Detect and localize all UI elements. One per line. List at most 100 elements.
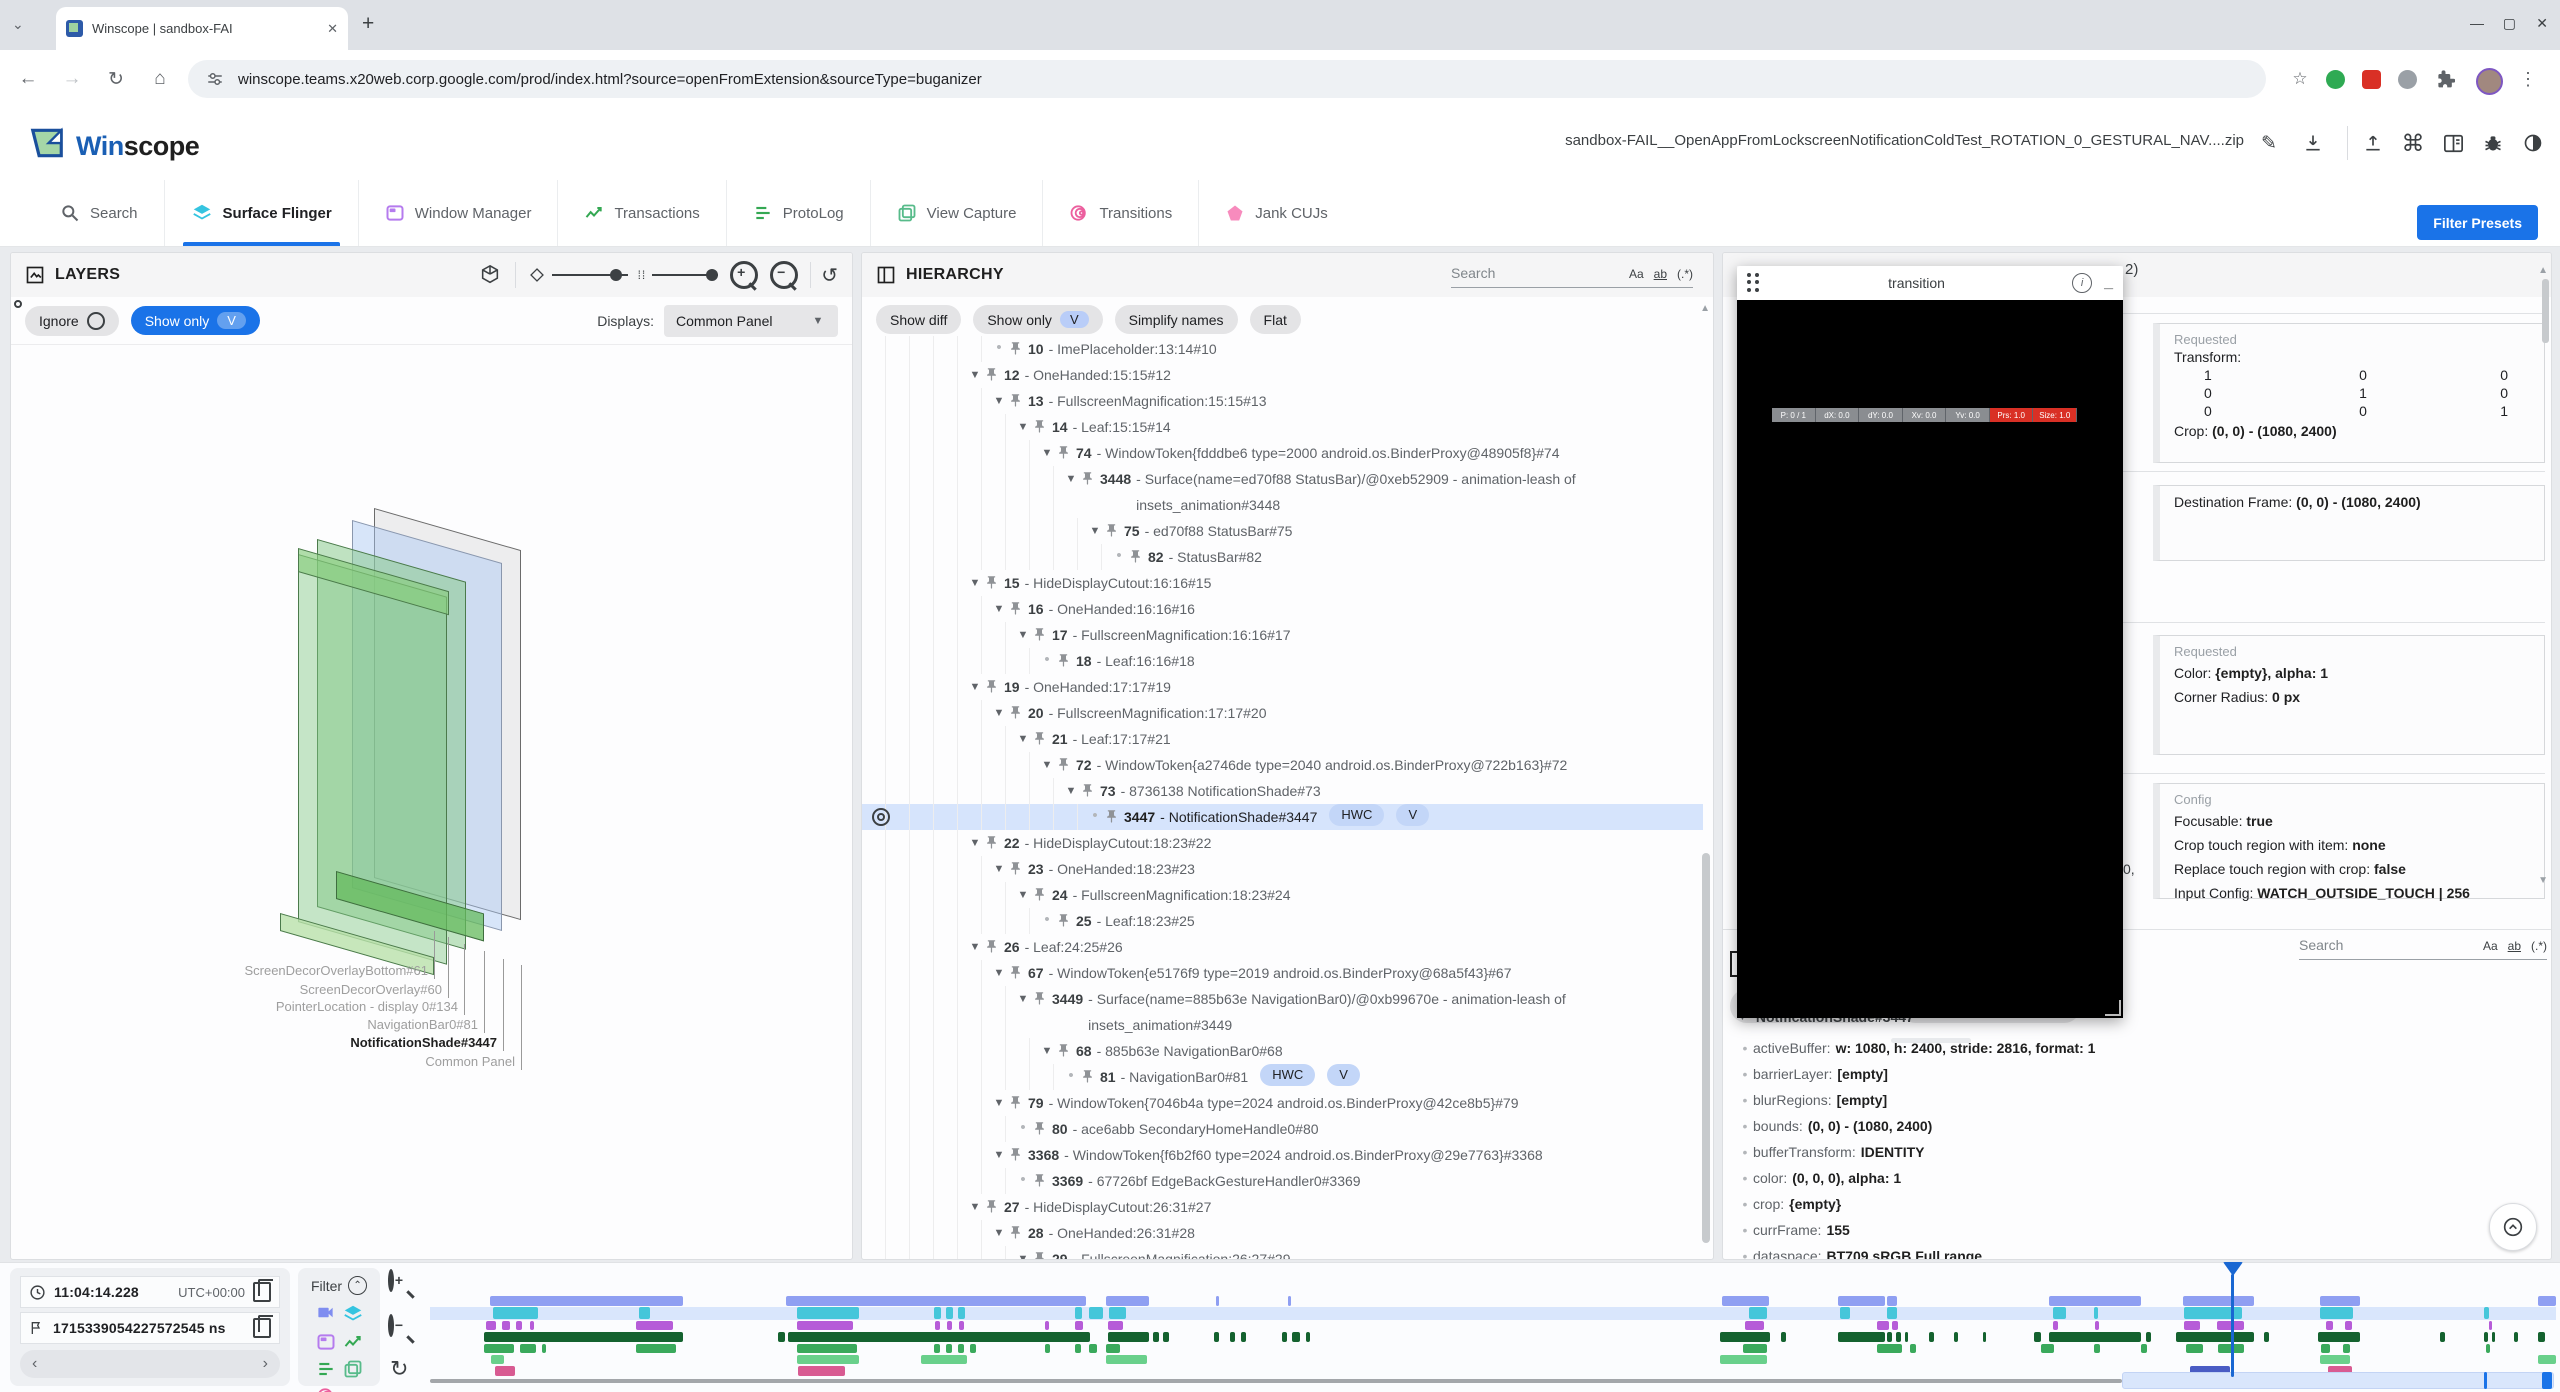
timeline-block[interactable] <box>797 1321 853 1330</box>
properties-search[interactable]: Search Aa ab (.*) <box>2299 937 2547 960</box>
chip-simplify-names[interactable]: Simplify names <box>1115 305 1238 334</box>
expand-arrow-icon[interactable]: ▼ <box>990 700 1008 726</box>
property-item[interactable]: •dataspace: BT709 sRGB Full range <box>1737 1243 2543 1259</box>
expand-arrow-icon[interactable]: ▼ <box>1086 518 1104 544</box>
pin-icon[interactable] <box>1032 1168 1052 1188</box>
tab-transitions[interactable]: Transitions <box>1043 180 1199 246</box>
window-icon[interactable] <box>316 1332 336 1352</box>
timeline-block[interactable] <box>2041 1344 2054 1353</box>
timeline-block[interactable] <box>1292 1332 1300 1342</box>
timeline-block[interactable] <box>2345 1321 2352 1330</box>
hierarchy-search[interactable]: Search Aa ab (.*) <box>1451 265 1693 288</box>
chip-show-diff[interactable]: Show diff <box>876 305 961 334</box>
timeline-zoom-out-icon[interactable]: − <box>388 1317 394 1335</box>
hierarchy-row-3449[interactable]: ▼3449- Surface(name=885b63e NavigationBa… <box>862 986 1703 1038</box>
pin-icon[interactable] <box>1008 388 1028 408</box>
timeline-block[interactable] <box>2538 1355 2556 1364</box>
layer-label[interactable]: ScreenDecorOverlay#60 <box>42 982 442 997</box>
timeline-block[interactable] <box>491 1355 504 1364</box>
layer-label[interactable]: NotificationShade#3447 <box>97 1035 497 1050</box>
hierarchy-row-72[interactable]: ▼72- WindowToken{a2746de type=2040 andro… <box>862 752 1703 778</box>
filter-toggle[interactable]: Filter ⌃ <box>298 1268 380 1295</box>
pin-icon[interactable] <box>984 830 1004 850</box>
expand-arrow-icon[interactable]: ▼ <box>966 674 984 700</box>
regex-icon[interactable]: (.*) <box>1677 267 1693 281</box>
expand-arrow-icon[interactable]: ▼ <box>1014 622 1032 648</box>
hierarchy-row-74[interactable]: ▼74- WindowToken{fdddbe6 type=2000 andro… <box>862 440 1703 466</box>
hierarchy-row-29[interactable]: ▼29- FullscreenMagnification:26:27#29 <box>862 1246 1703 1259</box>
timeline-block[interactable] <box>2320 1296 2360 1306</box>
match-case-icon[interactable]: Aa <box>2483 939 2498 953</box>
layer-label[interactable]: Common Panel <box>115 1054 515 1069</box>
timeline-block[interactable] <box>516 1321 522 1330</box>
pin-icon[interactable] <box>1104 804 1124 824</box>
layers-icon[interactable] <box>342 1303 364 1325</box>
hierarchy-row-13[interactable]: ▼13- FullscreenMagnification:15:15#13 <box>862 388 1703 414</box>
match-case-icon[interactable]: Aa <box>1629 267 1644 281</box>
window-close-icon[interactable]: ✕ <box>2536 15 2548 32</box>
scroll-left-icon[interactable]: ‹ <box>32 1355 37 1373</box>
timeline-block[interactable] <box>1089 1344 1097 1353</box>
home-icon[interactable]: ⌂ <box>140 50 180 108</box>
hierarchy-row-67[interactable]: ▼67- WindowToken{e5176f9 type=2019 andro… <box>862 960 1703 986</box>
expand-arrow-icon[interactable]: ▼ <box>966 830 984 856</box>
timeline-block[interactable] <box>1887 1296 1897 1306</box>
timeline-block[interactable] <box>2264 1332 2269 1342</box>
pin-icon[interactable] <box>984 674 1004 694</box>
hierarchy-scrollbar[interactable] <box>1702 853 1710 1243</box>
timeline-block[interactable] <box>797 1307 859 1319</box>
property-item[interactable]: •bounds: (0, 0) - (1080, 2400) <box>1737 1113 2543 1139</box>
property-item[interactable]: •activeBuffer: w: 1080, h: 2400, stride:… <box>1737 1035 2543 1061</box>
hierarchy-row-16[interactable]: ▼16- OneHanded:16:16#16 <box>862 596 1703 622</box>
expand-arrow-icon[interactable]: ▼ <box>966 1194 984 1220</box>
hierarchy-row-14[interactable]: ▼14- Leaf:15:15#14 <box>862 414 1703 440</box>
timeline-block[interactable] <box>484 1344 514 1353</box>
hierarchy-row-21[interactable]: ▼21- Leaf:17:17#21 <box>862 726 1703 752</box>
pin-icon[interactable] <box>1032 986 1052 1006</box>
timeline-block[interactable] <box>1983 1332 1986 1342</box>
timeline-block[interactable] <box>2326 1321 2333 1330</box>
pin-icon[interactable] <box>1056 908 1076 928</box>
window-minimize-icon[interactable]: — <box>2470 15 2484 31</box>
pin-icon[interactable] <box>1056 752 1076 772</box>
pin-icon[interactable] <box>1080 1064 1100 1084</box>
resize-handle-icon[interactable] <box>2105 1000 2121 1016</box>
ns-timestamp-row[interactable]: 1715339054227572545 ns <box>20 1312 280 1344</box>
tab-search-chevron-icon[interactable]: ⌄ <box>12 16 24 33</box>
copy-icon[interactable] <box>253 1318 271 1338</box>
hierarchy-row-17[interactable]: ▼17- FullscreenMagnification:16:16#17 <box>862 622 1703 648</box>
list-icon[interactable] <box>316 1359 336 1379</box>
property-item[interactable]: •blurRegions: [empty] <box>1737 1087 2543 1113</box>
expand-arrow-icon[interactable]: ▼ <box>990 856 1008 882</box>
hierarchy-row-24[interactable]: ▼24- FullscreenMagnification:18:23#24 <box>862 882 1703 908</box>
timeline-block[interactable] <box>1106 1344 1120 1353</box>
pin-icon[interactable] <box>1008 1090 1028 1110</box>
timeline-block[interactable] <box>2095 1321 2099 1330</box>
timeline-block[interactable] <box>921 1355 967 1364</box>
timeline-block[interactable] <box>2538 1296 2556 1306</box>
expand-arrow-icon[interactable]: ▼ <box>990 388 1008 414</box>
tab-jank-cujs[interactable]: Jank CUJs <box>1199 180 1354 246</box>
pin-icon[interactable] <box>984 570 1004 590</box>
timeline-block[interactable] <box>958 1307 965 1319</box>
address-bar[interactable]: winscope.teams.x20web.corp.google.com/pr… <box>188 60 2266 98</box>
reset-view-icon[interactable]: ↺ <box>821 263 838 288</box>
timeline-block[interactable] <box>1216 1296 1219 1306</box>
zoom-out-icon[interactable]: − <box>770 261 798 289</box>
hierarchy-row-3369[interactable]: •3369- 67726bf EdgeBackGestureHandler0#3… <box>862 1168 1703 1194</box>
zoom-in-icon[interactable]: + <box>730 261 758 289</box>
timeline-block[interactable] <box>946 1344 952 1353</box>
timeline-block[interactable] <box>970 1344 976 1353</box>
properties-scrollbar[interactable] <box>2542 279 2549 343</box>
timeline-block[interactable] <box>1838 1296 1885 1306</box>
timeline-block[interactable] <box>1288 1296 1291 1306</box>
pin-icon[interactable] <box>1080 778 1100 798</box>
pin-icon[interactable] <box>1032 726 1052 746</box>
new-tab-icon[interactable]: + <box>362 12 374 36</box>
pin-icon[interactable] <box>1056 648 1076 668</box>
chart-icon[interactable] <box>343 1332 363 1352</box>
timeline-block[interactable] <box>2486 1344 2490 1353</box>
timeline-block[interactable] <box>2320 1355 2350 1364</box>
extension-red-icon[interactable] <box>2362 70 2381 89</box>
copy-icon[interactable] <box>253 1282 271 1302</box>
